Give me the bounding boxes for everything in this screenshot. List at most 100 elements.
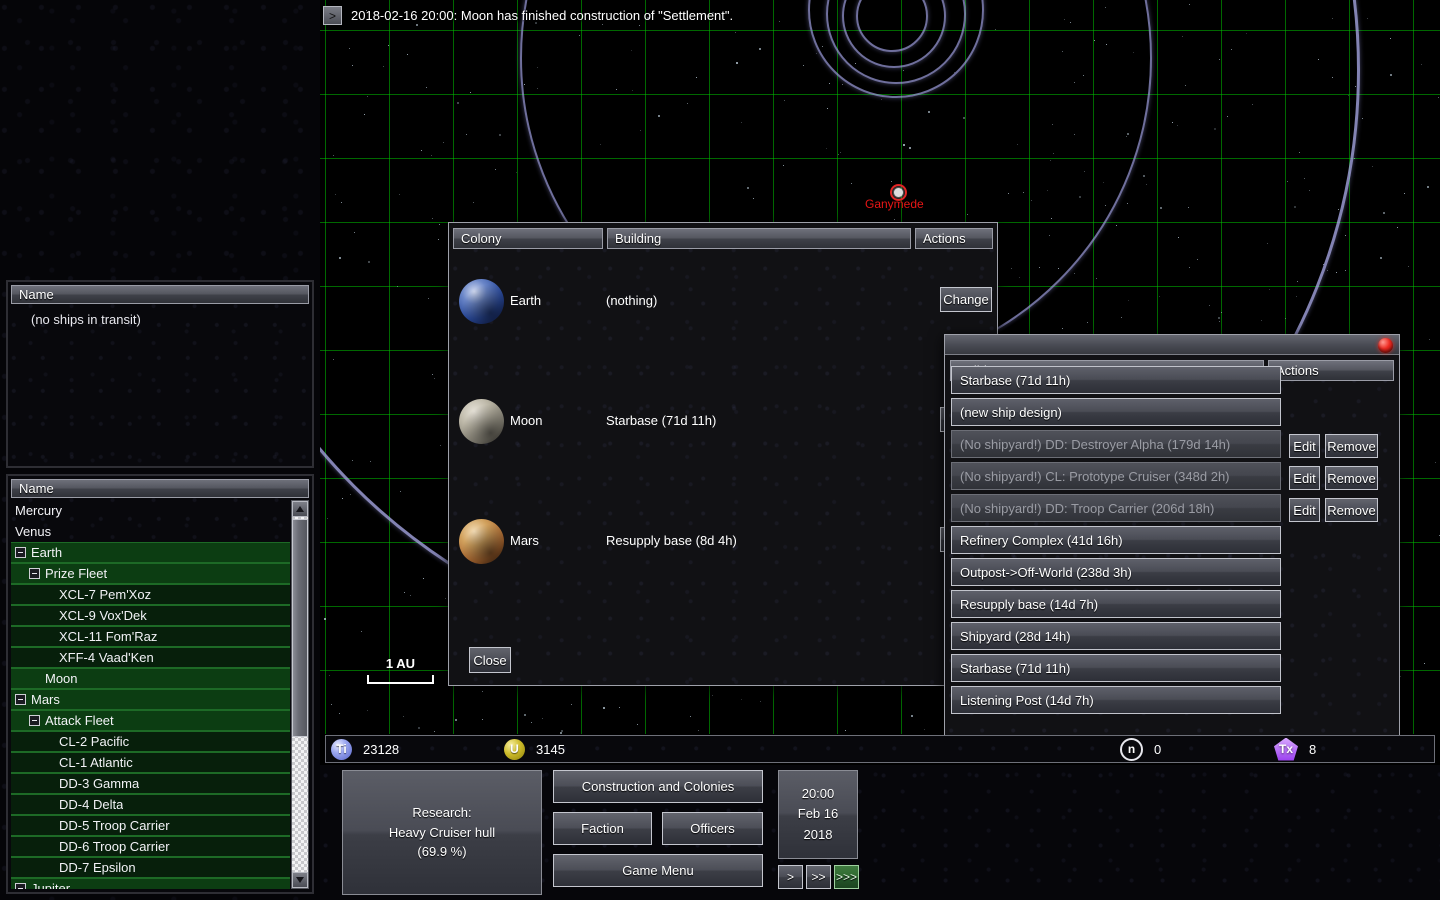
speed-3-button[interactable]: >>> [834,865,859,889]
close-button[interactable]: Close [469,647,511,673]
build-actions-spacer [1289,558,1395,590]
build-list-item[interactable]: Starbase (71d 11h) [951,654,1281,682]
tree-row[interactable]: DD-6 Troop Carrier [11,836,290,857]
officers-button[interactable]: Officers [662,812,763,845]
tree-row[interactable]: Attack Fleet [11,710,290,731]
tree-row[interactable]: Earth [11,542,290,563]
tree-row[interactable]: Moon [11,668,290,689]
tree-expander[interactable] [29,715,40,726]
build-list-item[interactable]: Starbase (71d 11h) [951,366,1281,394]
build-item-label: Shipyard (28d 14h) [960,629,1071,644]
build-actions-spacer [1289,686,1395,718]
game-menu-button[interactable]: Game Menu [553,854,763,887]
system-tree-list[interactable]: MercuryVenus Earth Prize FleetXCL-7 Pem'Xo… [11,500,290,889]
build-actions-row: EditRemove [1289,462,1395,494]
tree-row[interactable]: Venus [11,521,290,542]
uranium-orb-icon: U [504,739,525,760]
build-actions-spacer [1289,366,1395,398]
build-list-item[interactable]: Listening Post (14d 7h) [951,686,1281,714]
build-list-item[interactable]: Refinery Complex (41d 16h) [951,526,1281,554]
build-list-item[interactable]: Shipyard (28d 14h) [951,622,1281,650]
remove-build-item-button[interactable]: Remove [1325,466,1378,490]
faction-button[interactable]: Faction [553,812,652,845]
message-bar: > 2018-02-16 20:00: Moon has finished co… [320,0,1440,31]
tree-expander[interactable] [29,568,40,579]
tree-row[interactable]: DD-7 Epsilon [11,857,290,878]
neutronium-value: 0 [1154,742,1161,757]
colony-row[interactable]: Mars Resupply base (8d 4h) Change [454,519,992,579]
colony-rows: Earth (nothing) Change Moon Starbase (71… [454,255,992,630]
message-expand-button[interactable]: > [323,6,342,25]
construction-and-colonies-button[interactable]: Construction and Colonies [553,770,763,803]
tree-row-label: Earth [31,545,62,560]
tree-row[interactable]: Mars [11,689,290,710]
remove-build-item-button[interactable]: Remove [1325,434,1378,458]
tree-row[interactable]: DD-5 Troop Carrier [11,815,290,836]
colony-building: Starbase (71d 11h) [606,413,716,428]
build-queue-list[interactable]: Starbase (71d 11h) (new ship design) (No s… [951,366,1281,718]
tree-row[interactable]: Prize Fleet [11,563,290,584]
build-dialog-titlebar[interactable] [945,335,1399,355]
tree-expander[interactable] [15,883,26,889]
build-actions-row: EditRemove [1289,430,1395,462]
tree-row[interactable]: DD-4 Delta [11,794,290,815]
scrollbar-thumb[interactable] [292,519,308,737]
resource-uranium: U 3145 [504,739,565,760]
scroll-up-button[interactable] [292,501,308,517]
tree-row-label: Jupiter [31,881,70,889]
colony-row[interactable]: Moon Starbase (71d 11h) Change [454,399,992,459]
edit-build-item-button[interactable]: Edit [1289,498,1320,522]
build-list-item[interactable]: Outpost->Off-World (238d 3h) [951,558,1281,586]
tree-row[interactable]: Mercury [11,500,290,521]
tree-row[interactable]: XCL-9 Vox'Dek [11,605,290,626]
research-status-box[interactable]: Research: Heavy Cruiser hull (69.9 %) [342,770,542,895]
ships-in-transit-panel: Name (no ships in transit) [6,280,314,468]
build-actions-column[interactable]: EditRemoveEditRemoveEditRemove [1289,366,1395,718]
tree-row-label: Moon [45,671,78,686]
build-actions-spacer [1289,622,1395,654]
tree-row[interactable]: CL-1 Atlantic [11,752,290,773]
scale-bar-rule [367,675,434,684]
left-sidebar: Name (no ships in transit) Name MercuryV… [0,0,320,900]
tree-row[interactable]: DD-3 Gamma [11,773,290,794]
edit-build-item-button[interactable]: Edit [1289,466,1320,490]
tree-scrollbar[interactable] [291,500,309,889]
build-item-label: (No shipyard!) DD: Destroyer Alpha (179d… [960,437,1230,452]
remove-build-item-button[interactable]: Remove [1325,498,1378,522]
clock-day: Feb 16 [798,804,838,824]
tree-row[interactable]: Jupiter [11,878,290,889]
colony-building: (nothing) [606,293,657,308]
ganymede-body-icon[interactable] [894,188,903,197]
research-progress: (69.9 %) [417,842,466,862]
close-icon[interactable] [1378,338,1393,353]
tree-row[interactable]: CL-2 Pacific [11,731,290,752]
colony-row[interactable]: Earth (nothing) Change [454,279,992,339]
ganymede-label: Ganymede [865,197,924,211]
change-building-button[interactable]: Change [940,287,992,312]
speed-2-button[interactable]: >> [806,865,831,889]
build-list-item[interactable]: (new ship design) [951,398,1281,426]
build-dialog: Build Actions Starbase (71d 11h)(new shi… [944,334,1400,736]
moon-planet-icon [459,399,504,444]
resource-neutronium: n 0 [1120,738,1161,761]
transit-column-header-name: Name [11,285,309,304]
build-list-item[interactable]: Resupply base (14d 7h) [951,590,1281,618]
tree-expander[interactable] [15,694,26,705]
scroll-down-button[interactable] [292,872,308,888]
edit-build-item-button[interactable]: Edit [1289,434,1320,458]
tree-row[interactable]: XCL-7 Pem'Xoz [11,584,290,605]
scale-bar: 1 AU [367,675,434,684]
research-topic: Heavy Cruiser hull [389,823,495,843]
tree-row[interactable]: XCL-11 Fom'Raz [11,626,290,647]
tree-row[interactable]: XFF-4 Vaad'Ken [11,647,290,668]
faction-officers-row: Faction Officers [553,812,763,845]
earth-planet-icon [459,279,504,324]
tree-expander[interactable] [15,547,26,558]
speed-1-button[interactable]: > [778,865,803,889]
build-list-item: (No shipyard!) DD: Troop Carrier (206d 1… [951,494,1281,522]
transuranic-pentagon-icon: Tx [1274,738,1298,761]
tree-row-label: CL-2 Pacific [59,734,129,749]
build-item-label: Listening Post (14d 7h) [960,693,1094,708]
bottom-control-panel: Research: Heavy Cruiser hull (69.9 %) Co… [320,765,1440,900]
build-item-label: (No shipyard!) CL: Prototype Cruiser (34… [960,469,1230,484]
